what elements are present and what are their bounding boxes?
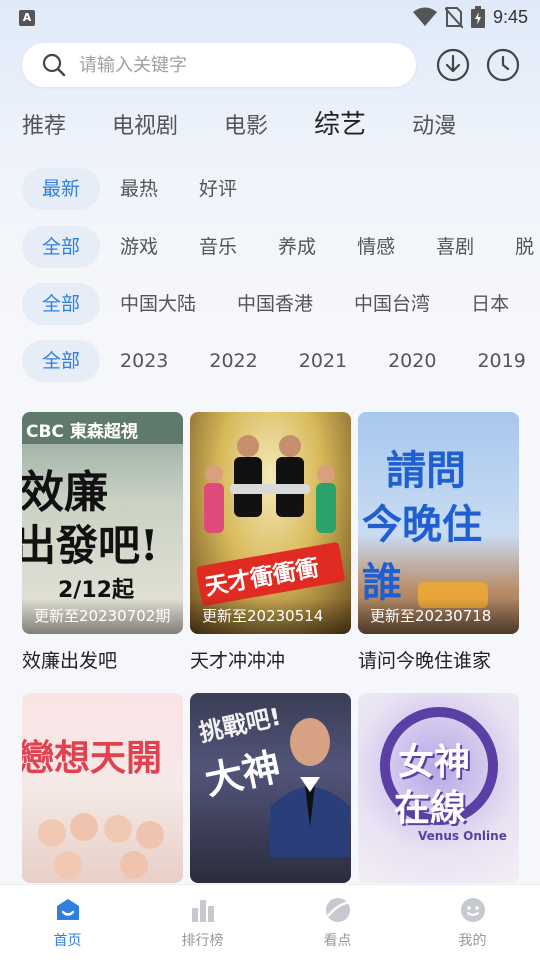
genre-comedy[interactable]: 喜剧 — [416, 226, 494, 268]
search-box[interactable] — [22, 43, 416, 87]
poster-title-text: 女神 — [398, 742, 471, 783]
genre-talk[interactable]: 脱 — [495, 226, 540, 268]
tab-recommend[interactable]: 推荐 — [22, 108, 66, 148]
show-title[interactable]: 请问今晚住谁家 — [358, 646, 519, 673]
poster-title-text: 效廉 — [22, 467, 108, 518]
poster-logo-text: CBC 東森超視 — [26, 422, 138, 442]
discover-icon — [325, 897, 350, 922]
year-2019[interactable]: 2019 — [457, 340, 540, 382]
update-badge: 更新至20230718 — [358, 598, 519, 634]
show-title[interactable]: 天才冲冲冲 — [190, 646, 351, 673]
nav-discover[interactable]: 看点 — [270, 885, 405, 960]
region-all[interactable]: 全部 — [22, 283, 101, 325]
tab-tv-series[interactable]: 电视剧 — [112, 108, 178, 148]
region-hongkong[interactable]: 中国香港 — [217, 283, 333, 325]
home-icon — [56, 898, 79, 920]
status-bar: A 9:45 — [0, 0, 540, 36]
sort-latest[interactable]: 最新 — [22, 168, 101, 210]
update-badge: 更新至20230514 — [190, 598, 351, 634]
search-icon — [42, 53, 66, 77]
search-input[interactable] — [79, 43, 399, 87]
category-tabs: 推荐 电视剧 电影 综艺 动漫 — [22, 108, 540, 148]
sort-hottest[interactable]: 最热 — [100, 168, 178, 210]
nav-label: 首页 — [53, 932, 82, 949]
year-2021[interactable]: 2021 — [279, 340, 367, 382]
nav-label: 排行榜 — [181, 932, 224, 949]
nav-profile[interactable]: 我的 — [405, 885, 540, 960]
history-icon[interactable] — [486, 48, 520, 82]
poster-figures — [38, 813, 164, 879]
genre-game[interactable]: 游戏 — [100, 226, 178, 268]
poster-title-text: 出發吧! — [22, 521, 159, 570]
show-card[interactable]: 請問 今晚住誰 更新至20230718 请问今晚住谁家 — [358, 412, 519, 673]
nav-ranking[interactable]: 排行榜 — [135, 885, 270, 960]
show-card[interactable]: 女神 在線 Venus Online — [358, 693, 519, 883]
poster-title-text: 請問 — [386, 448, 466, 494]
genre-romance[interactable]: 情感 — [337, 226, 415, 268]
nav-label: 我的 — [458, 932, 487, 949]
profile-icon — [460, 897, 485, 922]
poster-title-text: 在線 — [394, 788, 467, 829]
sort-filter-row: 最新 最热 好评 — [22, 168, 540, 210]
search-row — [22, 43, 522, 87]
genre-all[interactable]: 全部 — [22, 226, 101, 268]
region-taiwan[interactable]: 中国台湾 — [334, 283, 450, 325]
show-card[interactable]: 戀想天開 — [22, 693, 183, 883]
poster-figures — [204, 435, 336, 533]
show-poster[interactable]: 天才衝衝衝 更新至20230514 — [190, 412, 351, 634]
show-card[interactable]: 天才衝衝衝 更新至20230514 天才冲冲冲 — [190, 412, 351, 673]
show-poster[interactable]: 女神 在線 Venus Online — [358, 693, 519, 883]
poster-host — [270, 718, 350, 857]
region-japan[interactable]: 日本 — [451, 283, 529, 325]
region-filter-row: 全部 中国大陆 中国香港 中国台湾 日本 — [22, 283, 540, 325]
show-poster[interactable]: 戀想天開 — [22, 693, 183, 883]
no-sim-icon — [444, 7, 463, 28]
app-notification-icon: A — [19, 10, 35, 26]
year-filter-row: 全部 2023 2022 2021 2020 2019 — [22, 340, 540, 382]
battery-charging-icon — [470, 6, 485, 28]
year-2023[interactable]: 2023 — [100, 340, 188, 382]
tab-movies[interactable]: 电影 — [224, 108, 268, 148]
tab-variety[interactable]: 综艺 — [314, 104, 366, 144]
tab-anime[interactable]: 动漫 — [412, 108, 456, 148]
show-card[interactable]: 挑戰吧! 大神 — [190, 693, 351, 883]
sort-top-rated[interactable]: 好评 — [179, 168, 257, 210]
genre-filter-row: 全部 游戏 音乐 养成 情感 喜剧 脱 — [22, 226, 540, 268]
status-time: 9:45 — [492, 6, 528, 27]
show-poster[interactable]: CBC 東森超視 效廉 出發吧! 2/12起 更新至20230702期 — [22, 412, 183, 634]
update-badge: 更新至20230702期 — [22, 598, 183, 634]
nav-home[interactable]: 首页 — [0, 885, 135, 960]
download-icon[interactable] — [436, 48, 470, 82]
show-poster[interactable]: 請問 今晚住誰 更新至20230718 — [358, 412, 519, 634]
show-card[interactable]: CBC 東森超視 效廉 出發吧! 2/12起 更新至20230702期 效廉出发… — [22, 412, 183, 673]
year-all[interactable]: 全部 — [22, 340, 101, 382]
genre-music[interactable]: 音乐 — [179, 226, 257, 268]
region-mainland[interactable]: 中国大陆 — [100, 283, 216, 325]
show-title[interactable]: 效廉出发吧 — [22, 646, 183, 673]
genre-idol[interactable]: 养成 — [258, 226, 336, 268]
nav-label: 看点 — [323, 932, 352, 949]
ranking-icon — [191, 899, 214, 922]
poster-title-text: 戀想天開 — [22, 738, 163, 779]
wifi-icon — [412, 7, 437, 26]
year-2022[interactable]: 2022 — [189, 340, 277, 382]
bottom-nav: 首页 排行榜 看点 我的 — [0, 884, 540, 960]
poster-subtitle-text: Venus Online — [418, 829, 507, 843]
year-2020[interactable]: 2020 — [368, 340, 456, 382]
show-poster[interactable]: 挑戰吧! 大神 — [190, 693, 351, 883]
